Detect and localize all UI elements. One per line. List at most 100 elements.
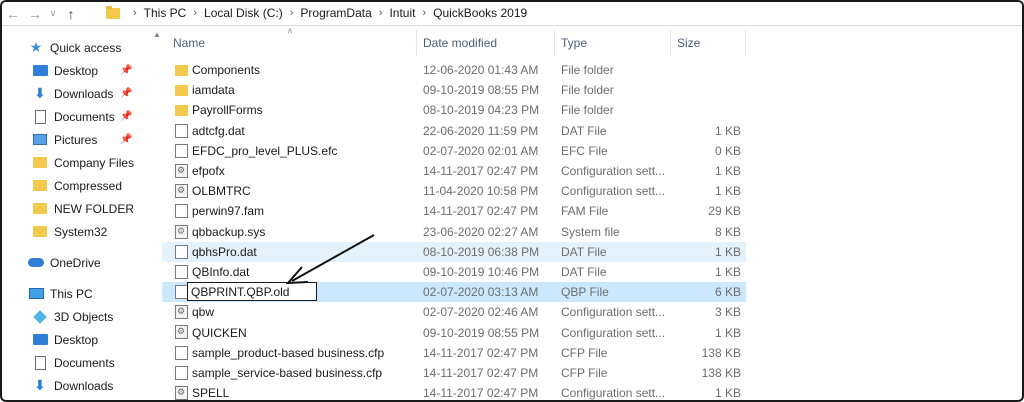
downloads-icon: ⬇ <box>34 377 46 393</box>
nav-item-pc-desktop[interactable]: Desktop <box>2 328 152 351</box>
nav-item-downloads[interactable]: ⬇ Downloads 📌 <box>2 82 152 105</box>
file-type: Configuration sett... <box>561 325 666 340</box>
file-row[interactable]: QUICKEN 09-10-2019 08:55 PM Configuration … <box>162 322 746 342</box>
nav-item-compressed[interactable]: Compressed <box>2 174 152 197</box>
pin-icon: 📌 <box>120 88 133 99</box>
file-row[interactable]: qbhsPro.dat 08-10-2019 06:38 PM DAT File 1 … <box>162 241 746 262</box>
file-size: 138 KB <box>701 365 741 380</box>
file-row[interactable]: qbbackup.sys 23-06-2020 02:27 AM System fi… <box>162 222 746 242</box>
up-arrow-icon[interactable]: ↑ <box>60 3 82 25</box>
file-date-modified: 09-10-2019 08:55 PM <box>423 83 540 98</box>
breadcrumb-item[interactable]: Local Disk (C:) <box>204 6 283 20</box>
back-icon[interactable]: ← <box>2 3 24 25</box>
file-type: EFC File <box>561 143 608 158</box>
file-row[interactable]: qbw 02-07-2020 02:46 AM Configuration sett… <box>162 302 746 322</box>
nav-label: System32 <box>54 224 108 239</box>
nav-quick-access[interactable]: ★ Quick access <box>2 36 152 59</box>
nav-item-new-folder[interactable]: NEW FOLDER <box>2 197 152 220</box>
nav-label: This PC <box>50 286 93 301</box>
file-name: sample_service-based business.cfp <box>192 365 383 380</box>
file-size: 1 KB <box>714 123 741 138</box>
nav-label: OneDrive <box>50 255 101 270</box>
file-row[interactable]: EFDC_pro_level_PLUS.efc 02-07-2020 02:01 … <box>162 141 746 161</box>
file-type: FAM File <box>561 204 609 219</box>
column-header-type[interactable]: Type <box>561 30 671 56</box>
file-name: QBInfo.dat <box>192 264 250 279</box>
file-type: Configuration sett... <box>561 386 666 401</box>
chevron-right-icon: › <box>133 7 137 19</box>
file-row[interactable]: PayrollForms 08-10-2019 04:23 PM File fold… <box>162 100 746 120</box>
nav-item-pictures[interactable]: Pictures 📌 <box>2 128 152 151</box>
file-row[interactable]: sample_service-based business.cfp 14-11-2… <box>162 363 746 383</box>
file-size: 1 KB <box>714 164 741 179</box>
folder-icon <box>33 203 47 214</box>
folder-icon <box>175 105 188 117</box>
file-explorer-window: ← → ∨ ↑ › This PC › Local Disk (C:) › Pr… <box>0 0 1024 402</box>
file-name: SPELL <box>192 386 230 401</box>
rename-input[interactable]: QBPRINT.QBP.old <box>187 282 317 302</box>
column-header-date-modified[interactable]: Date modified <box>423 30 555 56</box>
nav-label: Downloads <box>54 86 114 101</box>
documents-icon <box>34 109 46 124</box>
file-type: CFP File <box>561 365 608 380</box>
file-row[interactable]: iamdata 09-10-2019 08:55 PM File folder <box>162 80 746 100</box>
file-date-modified: 09-10-2019 08:55 PM <box>423 325 540 340</box>
file-row[interactable]: adtcfg.dat 22-06-2020 11:59 PM DAT File 1 K… <box>162 121 746 141</box>
file-row-renaming[interactable]: QBPRINT.QBP.old 02-07-2020 03:13 AM QBP Fi… <box>162 282 746 303</box>
file-type: File folder <box>561 63 614 78</box>
breadcrumb-item[interactable]: This PC <box>144 6 187 20</box>
file-date-modified: 08-10-2019 06:38 PM <box>423 244 540 259</box>
nav-item-system32[interactable]: System32 <box>2 220 152 243</box>
file-date-modified: 02-07-2020 03:13 AM <box>423 285 539 300</box>
breadcrumb-item[interactable]: QuickBooks 2019 <box>433 6 527 20</box>
sort-ascending-icon: ∧ <box>287 26 293 35</box>
documents-icon <box>34 355 46 370</box>
nav-this-pc[interactable]: This PC <box>2 282 152 305</box>
file-row[interactable]: perwin97.fam 14-11-2017 02:47 PM FAM File 2… <box>162 201 746 221</box>
nav-item-company-files[interactable]: Company Files <box>2 151 152 174</box>
file-date-modified: 14-11-2017 02:47 PM <box>423 345 539 360</box>
breadcrumb[interactable]: › This PC › Local Disk (C:) › ProgramDat… <box>106 2 527 24</box>
file-row[interactable]: OLBMTRC 11-04-2020 10:58 PM Configuration … <box>162 181 746 201</box>
file-row[interactable]: efpofx 14-11-2017 02:47 PM Configuration s… <box>162 161 746 181</box>
nav-item-3d-objects[interactable]: 3D Objects <box>2 305 152 328</box>
nav-item-documents[interactable]: Documents 📌 <box>2 105 152 128</box>
desktop-icon <box>32 65 48 76</box>
file-date-modified: 14-11-2017 02:47 PM <box>423 386 539 401</box>
column-header-size[interactable]: Size <box>677 30 747 56</box>
file-type: Configuration sett... <box>561 184 666 199</box>
file-icon <box>175 244 188 259</box>
settings-file-icon <box>175 163 188 178</box>
file-type: Configuration sett... <box>561 164 666 179</box>
breadcrumb-item[interactable]: Intuit <box>389 6 415 20</box>
chevron-right-icon: › <box>193 7 198 19</box>
nav-item-desktop[interactable]: Desktop 📌 <box>2 59 152 82</box>
nav-item-pc-documents[interactable]: Documents <box>2 351 152 374</box>
nav-label: Compressed <box>54 178 123 193</box>
folder-icon <box>175 65 188 76</box>
cloud-icon <box>28 258 44 267</box>
breadcrumb-item[interactable]: ProgramData <box>300 6 371 20</box>
file-size: 3 KB <box>714 305 741 320</box>
file-size: 1 KB <box>714 325 741 340</box>
3d-objects-icon <box>33 309 47 324</box>
column-header-name[interactable]: Name <box>173 30 417 56</box>
forward-icon[interactable]: → <box>24 3 46 25</box>
file-name: PayrollForms <box>192 103 263 118</box>
file-icon <box>175 345 188 360</box>
file-row[interactable]: Components 12-06-2020 01:43 AM File folder <box>162 60 746 80</box>
file-type: Configuration sett... <box>561 305 666 320</box>
file-row[interactable]: sample_product-based business.cfp 14-11-2… <box>162 343 746 363</box>
file-type: DAT File <box>561 244 607 259</box>
file-row[interactable]: SPELL 14-11-2017 02:47 PM Configuration se… <box>162 383 746 401</box>
file-row[interactable]: QBInfo.dat 09-10-2019 10:46 PM DAT File 1 K… <box>162 262 746 282</box>
file-date-modified: 22-06-2020 11:59 PM <box>423 123 539 138</box>
scroll-up-icon[interactable]: ▲ <box>153 30 161 39</box>
nav-label: Company Files <box>54 155 135 170</box>
file-date-modified: 12-06-2020 01:43 AM <box>423 63 539 78</box>
nav-onedrive[interactable]: OneDrive <box>2 251 152 274</box>
nav-scrollbar[interactable]: ▲ <box>152 30 162 400</box>
chevron-down-icon[interactable]: ∨ <box>46 3 60 25</box>
nav-item-pc-downloads[interactable]: ⬇ Downloads <box>2 374 152 397</box>
file-name: sample_product-based business.cfp <box>192 345 385 360</box>
